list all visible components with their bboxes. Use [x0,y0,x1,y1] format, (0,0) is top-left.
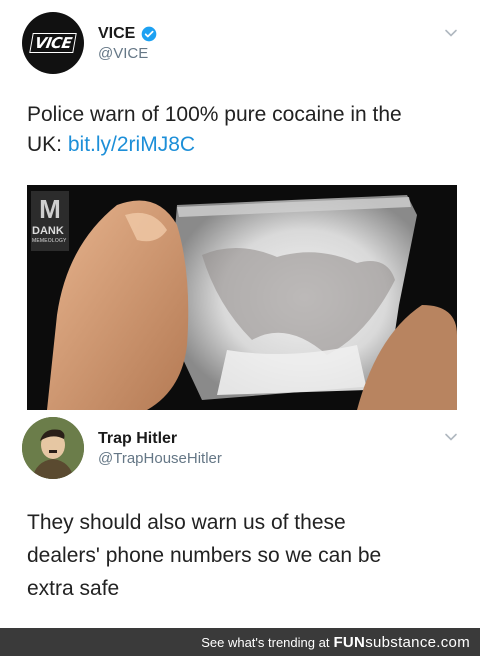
display-name-text: VICE [98,24,136,42]
reply-display-name[interactable]: Trap Hitler [98,430,222,448]
verified-badge-icon [142,26,157,41]
footer-prefix: See what's trending at [201,634,330,650]
tweet-text: Police warn of 100% pure cocaine in the … [27,100,402,160]
tweet-text-line: UK: bit.ly/2riMJ8C [27,130,402,160]
tweet-photo[interactable]: M DANK MEMEOLOGY [27,185,457,410]
reply-author-names: Trap Hitler @TrapHouseHitler [98,430,222,467]
author-names: VICE @VICE [98,25,157,62]
trap-hitler-avatar[interactable] [22,417,84,479]
tweet-text-line: Police warn of 100% pure cocaine in the [27,103,402,126]
cartoon-portrait-icon [22,417,84,479]
tweet-header: VICE VICE @VICE [22,12,157,74]
reply-header: Trap Hitler @TrapHouseHitler [22,417,222,479]
tweet-text-prefix: UK: [27,133,68,156]
brand-tld: .com [436,633,470,651]
reply-handle[interactable]: @TrapHouseHitler [98,450,222,467]
svg-text:M: M [39,194,61,224]
vice-avatar[interactable]: VICE [22,12,84,74]
brand-rest: substance [365,633,437,651]
display-name[interactable]: VICE [98,25,157,43]
brand-bold: FUN [333,633,366,651]
reply-text-line: dealers' phone numbers so we can be [27,544,382,567]
funsubstance-logo[interactable]: FUNsubstance.com [333,634,470,651]
reply-text-line: They should also warn us of these [27,511,346,534]
cocaine-bag-image: M [27,185,457,410]
reply-text: They should also warn us of these dealer… [27,506,381,605]
watermark-top: DANK [32,225,64,237]
watermark-bottom: MEMEOLOGY [32,238,67,244]
footer-banner[interactable]: See what's trending at FUNsubstance.com [0,628,480,656]
handle[interactable]: @VICE [98,45,157,62]
reply-text-line: extra safe [27,577,120,600]
chevron-down-icon[interactable] [442,428,460,446]
vice-logo: VICE [29,33,77,53]
chevron-down-icon[interactable] [442,24,460,42]
tweet-link[interactable]: bit.ly/2riMJ8C [68,133,195,156]
